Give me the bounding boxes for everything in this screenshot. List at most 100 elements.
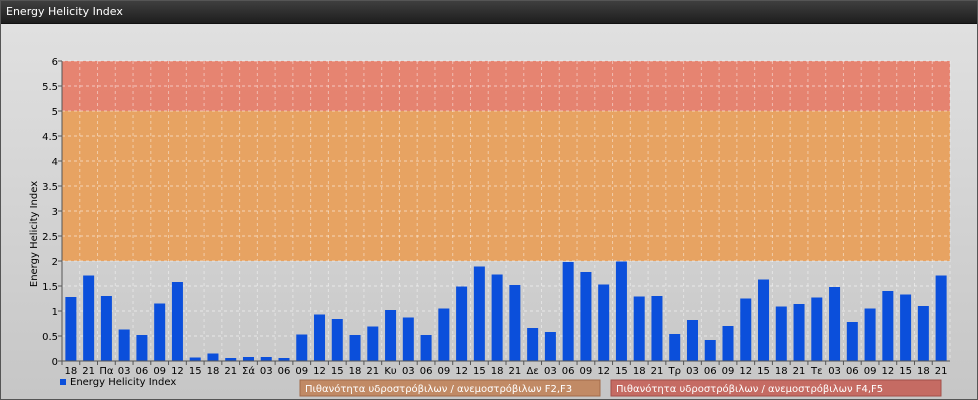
bar-chart: 0 0.5 1 1.5 2 2.5 3 3.5 4 4.5 5 5.5 6 18 21 Πα 03 06 09 12… — [29, 57, 951, 397]
window-title: Energy Helicity Index — [6, 5, 123, 18]
x-tick-label: 12 — [313, 366, 326, 377]
bar — [829, 287, 841, 361]
chart-window: Energy Helicity Index 0 0.5 1 1.5 2 2.5 3 3.5 4 4… — [0, 0, 978, 400]
x-tick-label: 06 — [846, 366, 859, 377]
x-tick-label: Τε — [810, 366, 823, 377]
bar — [473, 266, 485, 361]
x-tick-label: 03 — [402, 366, 415, 377]
x-tick-label: 06 — [136, 366, 149, 377]
y-tick-label: 1 — [52, 307, 58, 318]
x-tick-label: 21 — [651, 366, 664, 377]
bar — [633, 296, 645, 361]
bar — [935, 275, 947, 361]
bar — [669, 334, 681, 361]
bar — [864, 308, 876, 361]
bar — [402, 317, 414, 361]
x-tick-label: 03 — [118, 366, 131, 377]
bar — [740, 298, 752, 361]
bar — [65, 297, 77, 361]
bar — [456, 286, 468, 361]
bar — [296, 334, 308, 361]
y-tick-label: 6 — [52, 57, 58, 68]
x-tick-label: 15 — [473, 366, 486, 377]
x-tick-label: 09 — [153, 366, 166, 377]
x-tick-label: 21 — [793, 366, 806, 377]
bar — [349, 335, 361, 361]
bar — [846, 322, 858, 361]
x-tick-label: Τρ — [667, 366, 680, 377]
bar — [651, 296, 663, 361]
y-tick-label: 0.5 — [42, 332, 58, 343]
bar — [917, 306, 929, 361]
bar — [900, 294, 912, 361]
y-tick-label: 2.5 — [42, 232, 58, 243]
x-tick-label: 12 — [881, 366, 894, 377]
x-tick-label: Πα — [99, 366, 114, 377]
x-tick-label: Κυ — [384, 366, 397, 377]
bar — [811, 297, 823, 361]
x-tick-label: 09 — [580, 366, 593, 377]
bar — [438, 308, 450, 361]
bar — [420, 335, 432, 361]
y-tick-labels: 0 0.5 1 1.5 2 2.5 3 3.5 4 4.5 5 5.5 6 — [42, 57, 58, 368]
bar — [722, 326, 734, 361]
bar — [154, 303, 166, 361]
bar — [544, 332, 556, 361]
bar — [882, 291, 894, 361]
x-tick-label: 18 — [917, 366, 930, 377]
x-tick-label: 15 — [189, 366, 202, 377]
y-tick-label: 1.5 — [42, 282, 58, 293]
y-tick-label: 2 — [52, 257, 58, 268]
bar — [367, 326, 379, 361]
bar — [527, 328, 539, 361]
x-tick-label: 09 — [437, 366, 450, 377]
legend: Energy Helicity Index Πιθανότητα υδροστρ… — [60, 377, 942, 397]
x-tick-label: 06 — [562, 366, 575, 377]
bar — [314, 314, 326, 361]
y-tick-label: 5.5 — [42, 82, 58, 93]
bar — [615, 261, 627, 361]
bar — [686, 320, 698, 361]
y-tick-label: 4.5 — [42, 132, 58, 143]
window-titlebar: Energy Helicity Index — [1, 1, 977, 24]
x-tick-label: Δε — [527, 366, 539, 377]
legend-swatch — [60, 379, 66, 385]
x-tick-label: 15 — [331, 366, 344, 377]
y-tick-label: 3 — [52, 207, 58, 218]
x-tick-label: 12 — [171, 366, 184, 377]
bar — [598, 284, 610, 361]
x-tick-label: 15 — [615, 366, 628, 377]
x-tick-label: 03 — [260, 366, 273, 377]
x-tick-label: 06 — [420, 366, 433, 377]
bar — [580, 272, 592, 361]
x-tick-label: 18 — [633, 366, 646, 377]
y-tick-label: 0 — [52, 357, 58, 368]
bar — [775, 306, 787, 361]
bar — [385, 310, 397, 361]
x-tick-label: 21 — [509, 366, 522, 377]
bar — [189, 357, 201, 361]
bar — [242, 357, 254, 361]
x-tick-label: 12 — [597, 366, 610, 377]
x-tick-label: 15 — [757, 366, 770, 377]
bar — [83, 275, 95, 361]
bar — [100, 296, 112, 361]
y-axis-label: Energy Helicity Index — [29, 181, 40, 287]
bar — [207, 353, 219, 361]
x-tick-label: 18 — [349, 366, 362, 377]
x-tick-label: 12 — [739, 366, 752, 377]
x-tick-label: 03 — [686, 366, 699, 377]
x-tick-label: 09 — [295, 366, 308, 377]
x-tick-label: 21 — [935, 366, 948, 377]
y-tick-label: 5 — [52, 107, 58, 118]
x-tick-label: 18 — [207, 366, 220, 377]
bar — [704, 340, 716, 361]
chart-area: 0 0.5 1 1.5 2 2.5 3 3.5 4 4.5 5 5.5 6 18 21 Πα 03 06 09 12… — [1, 24, 977, 399]
bar — [562, 262, 574, 361]
x-tick-label: Σά — [242, 365, 255, 377]
x-tick-label: 03 — [828, 366, 841, 377]
x-tick-label: 03 — [544, 366, 557, 377]
y-tick-label: 3.5 — [42, 182, 58, 193]
bar — [758, 279, 770, 361]
x-tick-label: 06 — [278, 366, 291, 377]
